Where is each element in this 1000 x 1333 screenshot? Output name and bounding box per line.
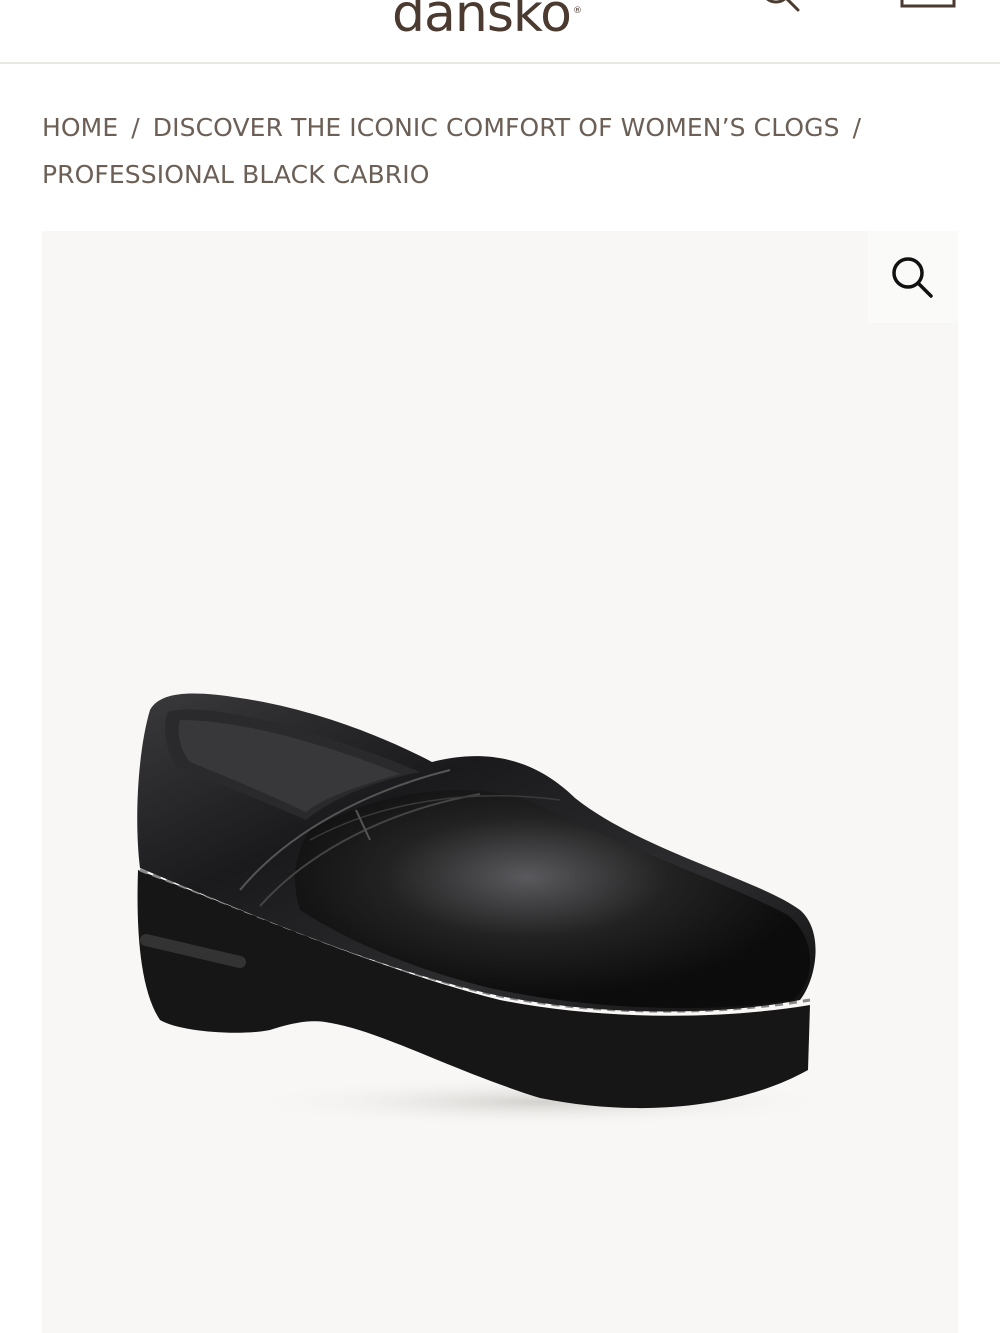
search-icon[interactable] (762, 0, 806, 12)
zoom-icon (892, 257, 933, 298)
breadcrumb-category-link[interactable]: DISCOVER THE ICONIC COMFORT OF WOMEN’S C… (153, 113, 840, 142)
logo-registered-mark: ® (573, 6, 582, 16)
breadcrumb-current-page: PROFESSIONAL BLACK CABRIO (42, 160, 430, 189)
breadcrumb-separator: / (852, 113, 862, 142)
bag-icon[interactable] (898, 0, 958, 10)
product-image-black-clog (137, 693, 840, 1128)
breadcrumb-home-link[interactable]: HOME (42, 113, 118, 142)
breadcrumb-separator: / (131, 113, 140, 142)
site-header: dansko ® (0, 0, 1000, 64)
dansko-logo[interactable]: dansko ® (392, 0, 582, 44)
zoom-button[interactable] (868, 231, 958, 323)
breadcrumb: HOME / DISCOVER THE ICONIC COMFORT OF WOME… (42, 104, 942, 198)
logo-text: dansko (392, 0, 572, 44)
